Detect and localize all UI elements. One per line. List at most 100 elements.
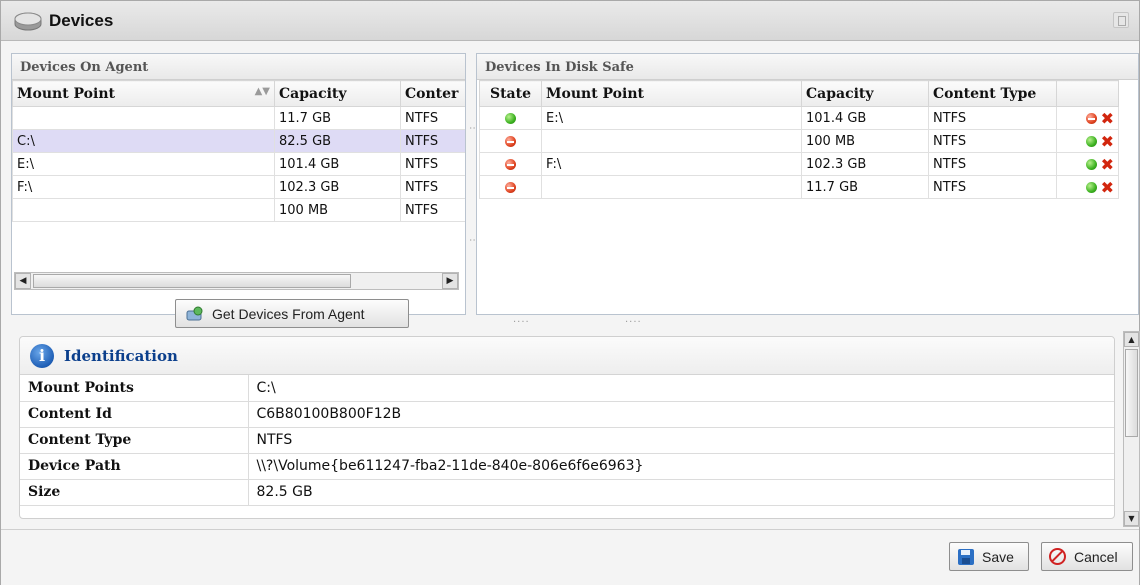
scrollbar-thumb[interactable] <box>33 274 351 288</box>
property-value: C:\ <box>248 375 1114 402</box>
scroll-left-arrow-icon[interactable]: ◀ <box>15 273 31 289</box>
table-row[interactable]: 100 MB NTFS ✖ <box>479 129 1119 153</box>
cell-actions: ✖ <box>1056 106 1119 130</box>
cell-content: NTFS <box>928 152 1057 176</box>
enable-icon[interactable] <box>1085 158 1097 170</box>
hard-drive-icon <box>14 12 42 31</box>
horizontal-splitter-grip-icon[interactable]: ···· <box>625 317 642 328</box>
delete-icon[interactable]: ✖ <box>1101 178 1114 197</box>
column-mount-point[interactable]: Mount Point ▲▼ <box>12 80 275 107</box>
disksafe-devices-table: State Mount Point Capacity Content Type … <box>479 80 1119 199</box>
cell-content: NTFS <box>400 198 465 222</box>
column-actions <box>1056 80 1119 107</box>
cell-state <box>479 152 542 176</box>
property-row: Content Type NTFS <box>20 427 1114 454</box>
cell-mount: E:\ <box>541 106 802 130</box>
enable-icon[interactable] <box>1085 181 1097 193</box>
cell-content: NTFS <box>400 175 465 199</box>
cell-content: NTFS <box>928 175 1057 199</box>
title-bar[interactable]: Devices <box>1 1 1139 41</box>
get-devices-label: Get Devices From Agent <box>212 306 365 322</box>
table-row[interactable]: F:\ 102.3 GB NTFS <box>12 175 465 199</box>
horizontal-scrollbar[interactable]: ◀ ▶ <box>14 272 459 290</box>
properties-table: Mount Points C:\ Content Id C6B80100B800F12… <box>20 375 1114 506</box>
column-content-type[interactable]: Content Type <box>928 80 1057 107</box>
sort-icon[interactable]: ▲▼ <box>255 86 270 97</box>
agent-devices-table: Mount Point ▲▼ Capacity Conter 11.7 GB NTF… <box>12 80 465 222</box>
column-state[interactable]: State <box>479 80 542 107</box>
property-row: Device Path \\?\Volume{be611247-fba2-11de… <box>20 453 1114 480</box>
table-row[interactable]: E:\ 101.4 GB NTFS ✖ <box>479 106 1119 130</box>
status-red-icon <box>505 158 516 170</box>
vertical-splitter[interactable]: ⋮ ⋮ <box>468 53 479 315</box>
property-row: Size 82.5 GB <box>20 479 1114 506</box>
cell-content: NTFS <box>400 129 465 153</box>
cell-state <box>479 106 542 130</box>
cell-mount: F:\ <box>12 175 275 199</box>
enable-icon[interactable] <box>1085 135 1097 147</box>
table-row[interactable]: 11.7 GB NTFS <box>12 106 465 130</box>
table-row[interactable]: 11.7 GB NTFS ✖ <box>479 175 1119 199</box>
table-row[interactable]: E:\ 101.4 GB NTFS <box>12 152 465 176</box>
column-capacity[interactable]: Capacity <box>801 80 929 107</box>
cell-capacity: 11.7 GB <box>274 106 401 130</box>
cell-capacity: 11.7 GB <box>801 175 929 199</box>
horizontal-splitter-grip-icon[interactable]: ···· <box>513 317 530 328</box>
column-capacity[interactable]: Capacity <box>274 80 401 107</box>
status-green-icon <box>505 112 516 124</box>
property-key: Device Path <box>20 453 249 480</box>
status-red-icon <box>505 135 516 147</box>
delete-icon[interactable]: ✖ <box>1101 155 1114 174</box>
cell-mount <box>541 129 802 153</box>
dialog-footer: Save Cancel <box>1 529 1139 585</box>
delete-icon[interactable]: ✖ <box>1101 109 1114 128</box>
cell-capacity: 100 MB <box>801 129 929 153</box>
cell-mount <box>541 175 802 199</box>
get-devices-button[interactable]: Get Devices From Agent <box>175 299 409 328</box>
window-title: Devices <box>49 11 114 30</box>
scroll-up-arrow-icon[interactable]: ▲ <box>1124 332 1139 347</box>
table-row[interactable]: F:\ 102.3 GB NTFS ✖ <box>479 152 1119 176</box>
identification-header[interactable]: i Identification <box>20 337 1114 375</box>
property-value: C6B80100B800F12B <box>248 401 1114 428</box>
identification-section: i Identification Mount Points C:\ Content … <box>19 336 1115 519</box>
refresh-drive-icon <box>186 306 203 321</box>
scroll-right-arrow-icon[interactable]: ▶ <box>442 273 458 289</box>
cancel-icon <box>1049 548 1066 565</box>
cell-content: NTFS <box>400 152 465 176</box>
property-key: Content Type <box>20 427 249 454</box>
floppy-disk-icon <box>958 549 974 565</box>
save-button[interactable]: Save <box>949 542 1029 571</box>
cell-mount: C:\ <box>12 129 275 153</box>
cell-state <box>479 129 542 153</box>
disable-icon[interactable] <box>1085 112 1097 124</box>
cell-capacity: 102.3 GB <box>274 175 401 199</box>
property-key: Size <box>20 479 249 506</box>
table-row[interactable]: C:\ 82.5 GB NTFS <box>12 129 465 153</box>
disksafe-panel-title: Devices In Disk Safe <box>477 54 1138 80</box>
property-value: \\?\Volume{be611247-fba2-11de-840e-806e6… <box>248 453 1114 480</box>
property-row: Mount Points C:\ <box>20 375 1114 402</box>
delete-icon[interactable]: ✖ <box>1101 132 1114 151</box>
column-content[interactable]: Conter <box>400 80 465 107</box>
cell-actions: ✖ <box>1056 175 1119 199</box>
cell-actions: ✖ <box>1056 152 1119 176</box>
column-mount-point[interactable]: Mount Point <box>541 80 802 107</box>
column-label: Mount Point <box>17 85 115 102</box>
cancel-button[interactable]: Cancel <box>1041 542 1133 571</box>
devices-window: Devices Devices On Agent Mount Point ▲▼ C… <box>0 0 1140 585</box>
table-row[interactable]: 100 MB NTFS <box>12 198 465 222</box>
cell-capacity: 102.3 GB <box>801 152 929 176</box>
status-red-icon <box>505 181 516 193</box>
property-key: Content Id <box>20 401 249 428</box>
scrollbar-thumb[interactable] <box>1125 349 1138 437</box>
scroll-down-arrow-icon[interactable]: ▼ <box>1124 511 1139 526</box>
property-row: Content Id C6B80100B800F12B <box>20 401 1114 428</box>
cell-content: NTFS <box>928 129 1057 153</box>
restore-window-button[interactable] <box>1113 12 1129 28</box>
agent-devices-panel: Devices On Agent Mount Point ▲▼ Capacity … <box>11 53 466 328</box>
cell-capacity: 101.4 GB <box>801 106 929 130</box>
vertical-scrollbar[interactable]: ▲ ▼ <box>1123 331 1140 527</box>
disksafe-devices-panel: Devices In Disk Safe State Mount Point C… <box>476 53 1139 315</box>
cell-capacity: 101.4 GB <box>274 152 401 176</box>
